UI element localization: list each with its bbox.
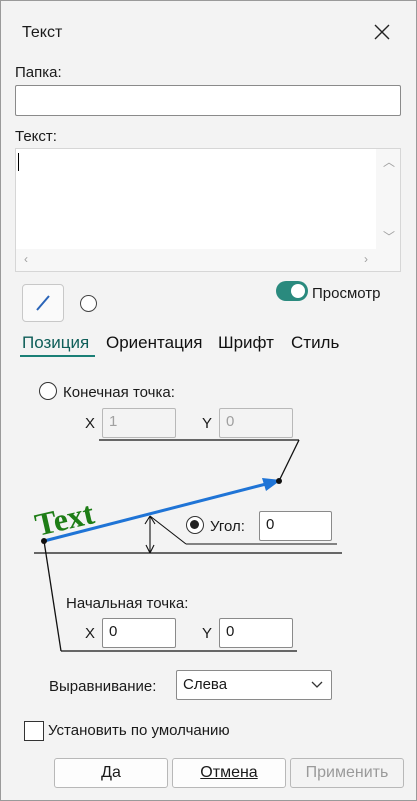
start-x-input[interactable]: 0: [102, 618, 176, 648]
chevron-down-icon: [311, 681, 323, 688]
set-default-label: Установить по умолчанию: [48, 722, 230, 739]
alignment-value: Слева: [183, 676, 228, 693]
angle-input[interactable]: 0: [259, 511, 332, 541]
angle-radio[interactable]: [186, 516, 204, 534]
start-x-label: X: [85, 625, 96, 642]
start-y-label: Y: [202, 625, 213, 642]
alignment-label: Выравнивание:: [49, 678, 157, 695]
start-y-input[interactable]: 0: [219, 618, 293, 648]
diagram-text: Text: [31, 494, 97, 542]
start-leader: [43, 540, 62, 652]
apply-button[interactable]: Применить: [290, 758, 404, 788]
start-point-label: Начальная точка:: [66, 595, 189, 612]
ok-button[interactable]: Да: [54, 758, 168, 788]
set-default-checkbox[interactable]: [24, 721, 44, 741]
end-leader: [278, 439, 300, 482]
angle-label: Угол:: [210, 518, 245, 535]
cancel-button[interactable]: Отмена: [172, 758, 286, 788]
angle-leader: [149, 515, 187, 545]
end-point-dot: [276, 478, 282, 484]
alignment-select[interactable]: Слева: [176, 670, 332, 700]
